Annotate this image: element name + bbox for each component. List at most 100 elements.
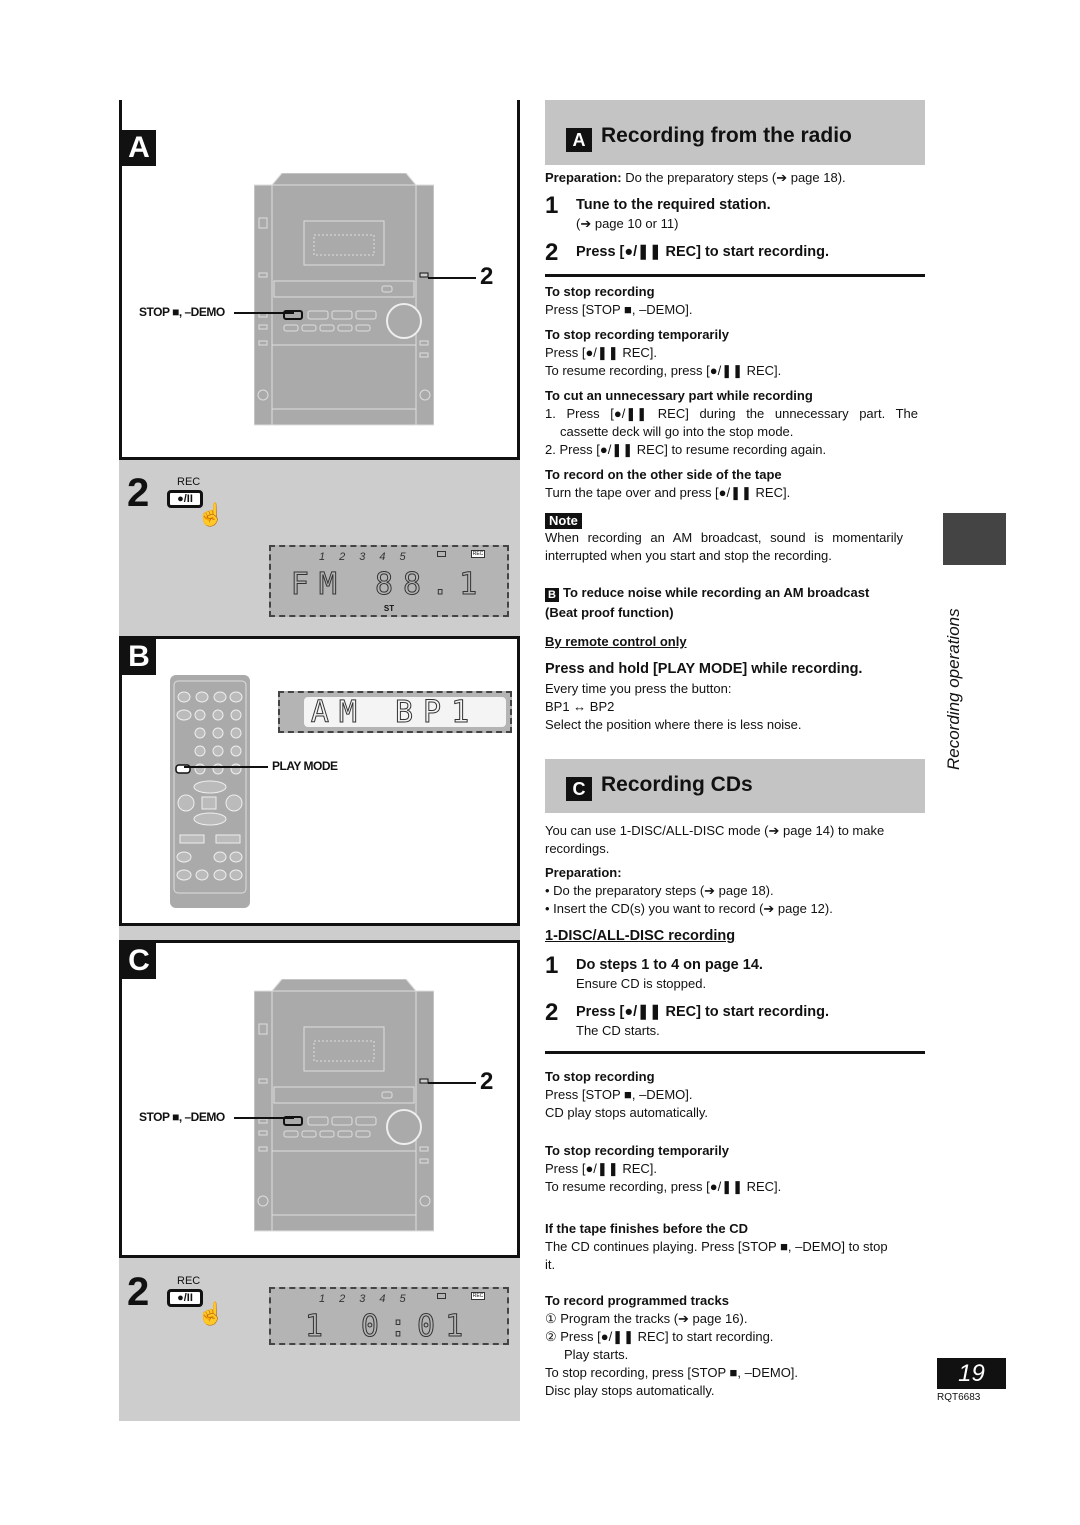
page-number: 19 xyxy=(937,1358,1006,1389)
step-number: 2 xyxy=(127,1270,150,1314)
lcd-track-time: 1 0:01 xyxy=(304,1309,474,1345)
pointing-hand-icon: ☝ xyxy=(197,502,225,527)
step-1-number: 1 xyxy=(545,952,559,979)
section-badge-b: B xyxy=(545,588,559,602)
note-text-2: interrupted when you start and stop the … xyxy=(545,548,832,563)
step-1-title: Tune to the required station. xyxy=(576,197,771,213)
rec-indicator: REC xyxy=(471,1292,485,1300)
stereo-indicator: ST xyxy=(383,604,395,613)
step-2-number: 2 xyxy=(545,999,559,1026)
callout-step-2: 2 xyxy=(480,263,494,290)
step-1-subtext: Ensure CD is stopped. xyxy=(576,976,707,991)
other-side-text: Turn the tape over and press [●/❚❚ REC]. xyxy=(545,485,791,500)
programmed-step-2: ② Press [●/❚❚ REC] to start recording. xyxy=(545,1329,774,1344)
other-side-heading: To record on the other side of the tape xyxy=(545,467,782,482)
play-mode-label: PLAY MODE xyxy=(272,759,338,773)
stop-recording-text-2: CD play stops automatically. xyxy=(545,1105,709,1120)
tape-icon xyxy=(437,1293,446,1299)
cut-part-step-2: 2. Press [●/❚❚ REC] to resume recording … xyxy=(545,442,827,457)
stop-temp-heading: To stop recording temporarily xyxy=(545,327,729,342)
beat-proof-heading: B To reduce noise while recording an AM b… xyxy=(545,584,869,602)
cds-prep-item-2: • Insert the CD(s) you want to record (➔… xyxy=(545,901,833,916)
chapter-tab xyxy=(943,513,1006,565)
stop-recording-text: Press [STOP ■, –DEMO]. xyxy=(545,302,693,317)
cut-part-step-1: 1. Press [●/❚❚ REC] during the unnecessa… xyxy=(545,406,918,421)
programmed-disc-stop-text: Disc play stops automatically. xyxy=(545,1383,715,1398)
programmed-step-1: ① Program the tracks (➔ page 16). xyxy=(545,1311,748,1326)
step-2-title: Press [●/❚❚ REC] to start recording. xyxy=(576,244,830,260)
stop-callout-line xyxy=(234,1117,294,1119)
section-title: Recording from the radio xyxy=(601,124,852,147)
illustration-column: A STOP ■, –DEMO 2 2 REC ●/II ☝ 12345 REC… xyxy=(119,100,520,1421)
step-1-reference: (➔ page 10 or 11) xyxy=(576,216,679,231)
panel-c-stereo: C STOP ■, –DEMO 2 xyxy=(119,940,520,1258)
note-label: Note xyxy=(545,513,582,529)
section-title: Recording CDs xyxy=(601,773,753,796)
stop-callout-line xyxy=(234,312,294,314)
lcd-display-am: AM BP1 xyxy=(278,691,512,733)
tape-finishes-heading: If the tape finishes before the CD xyxy=(545,1221,748,1236)
tape-finishes-text-2: it. xyxy=(545,1257,556,1272)
cds-prep-item-1: • Do the preparatory steps (➔ page 18). xyxy=(545,883,774,898)
disc-indicators: 12345 xyxy=(319,1293,420,1305)
step-2-subtext: The CD starts. xyxy=(576,1023,660,1038)
rec-label: REC xyxy=(177,1275,201,1287)
section-badge-c: C xyxy=(566,777,592,801)
document-code: RQT6683 xyxy=(937,1392,981,1403)
lcd-display-fm: 12345 REC FM 88.1 ST xyxy=(269,545,509,617)
stop-temp-text: Press [●/❚❚ REC]. xyxy=(545,1161,657,1176)
step-1-title: Do steps 1 to 4 on page 14. xyxy=(576,957,763,973)
divider xyxy=(545,1051,925,1054)
remote-control-illustration xyxy=(170,675,250,908)
panel-b-remote: B PLAY MODE AM BP1 xyxy=(119,636,520,926)
hold-text-2: BP1 ↔ BP2 xyxy=(545,699,615,714)
stop-temp-text: Press [●/❚❚ REC]. xyxy=(545,345,657,360)
step-number: 2 xyxy=(127,471,150,515)
stereo-unit-illustration xyxy=(254,173,434,433)
resume-text: To resume recording, press [●/❚❚ REC]. xyxy=(545,1179,782,1194)
panel-letter-c: C xyxy=(122,943,156,979)
tape-icon xyxy=(437,551,446,557)
cut-part-step-1-cont: cassette deck will go into the stop mode… xyxy=(560,424,794,439)
cut-part-heading: To cut an unnecessary part while recordi… xyxy=(545,388,813,403)
disc-indicators: 12345 xyxy=(319,551,420,563)
lcd-frequency: FM 88.1 xyxy=(290,567,488,603)
lcd-beat-proof: AM BP1 xyxy=(310,695,480,731)
stereo-unit-illustration xyxy=(254,979,434,1239)
section-badge-a: A xyxy=(566,128,592,152)
hold-text-1: Every time you press the button: xyxy=(545,681,732,696)
beat-proof-subheading: (Beat proof function) xyxy=(545,605,674,620)
stop-temp-heading: To stop recording temporarily xyxy=(545,1143,729,1158)
step-2-title: Press [●/❚❚ REC] to start recording. xyxy=(576,1004,830,1020)
lcd-display-cd: 12345 REC 1 0:01 xyxy=(269,1287,509,1345)
panel-letter-a: A xyxy=(122,130,156,166)
resume-text: To resume recording, press [●/❚❚ REC]. xyxy=(545,363,782,378)
programmed-step-2-cont: Play starts. xyxy=(564,1347,629,1362)
section-header-radio: A Recording from the radio xyxy=(545,100,925,165)
stop-demo-label: STOP ■, –DEMO xyxy=(139,305,225,319)
panel-a-stereo: A STOP ■, –DEMO 2 xyxy=(119,100,520,460)
remote-only-label: By remote control only xyxy=(545,634,687,649)
rec-indicator: REC xyxy=(471,550,485,558)
step-1-number: 1 xyxy=(545,192,559,219)
chapter-label: Recording operations xyxy=(944,608,963,770)
programmed-tracks-heading: To record programmed tracks xyxy=(545,1293,729,1308)
stop-recording-heading: To stop recording xyxy=(545,1069,655,1084)
divider xyxy=(545,274,925,277)
stop-recording-text-1: Press [STOP ■, –DEMO]. xyxy=(545,1087,693,1102)
stop-demo-label: STOP ■, –DEMO xyxy=(139,1110,225,1124)
callout-step-2: 2 xyxy=(480,1068,494,1095)
note-text-1: When recording an AM broadcast, sound is… xyxy=(545,530,903,545)
cds-intro-1: You can use 1-DISC/ALL-DISC mode (➔ page… xyxy=(545,823,885,838)
panel-letter-b: B xyxy=(122,639,156,675)
programmed-stop-text: To stop recording, press [STOP ■, –DEMO]… xyxy=(545,1365,799,1380)
tape-finishes-text-1: The CD continues playing. Press [STOP ■,… xyxy=(545,1239,888,1254)
rec-callout-line xyxy=(428,277,476,279)
rec-callout-line xyxy=(428,1082,476,1084)
disc-recording-subheading: 1-DISC/ALL-DISC recording xyxy=(545,928,736,944)
hold-play-mode-title: Press and hold [PLAY MODE] while recordi… xyxy=(545,661,863,677)
cds-preparation-label: Preparation: xyxy=(545,865,622,880)
cds-intro-2: recordings. xyxy=(545,841,610,856)
preparation-line: Preparation: Do the preparatory steps (➔… xyxy=(545,170,846,185)
play-mode-callout-line xyxy=(184,766,268,768)
